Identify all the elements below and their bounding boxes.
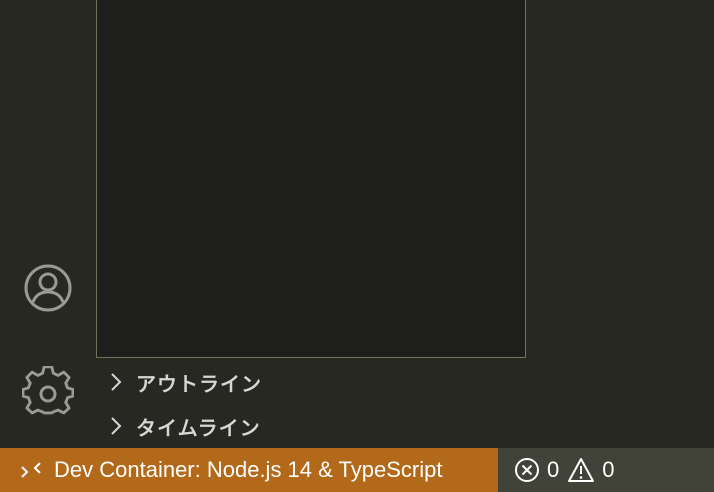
gear-icon[interactable]	[20, 364, 76, 420]
error-icon	[515, 458, 539, 482]
timeline-section-header[interactable]: タイムライン	[96, 408, 526, 444]
remote-indicator-button[interactable]: Dev Container: Node.js 14 & TypeScript	[0, 448, 498, 492]
error-count: 0	[547, 457, 560, 482]
warning-count: 0	[602, 457, 615, 482]
activity-bar	[0, 0, 96, 448]
editor-area[interactable]	[96, 0, 526, 358]
status-bar: Dev Container: Node.js 14 & TypeScript 0…	[0, 448, 714, 492]
outline-section-title: アウトライン	[136, 371, 262, 396]
timeline-section-title: タイムライン	[136, 415, 261, 440]
warning-icon	[568, 458, 595, 482]
account-icon[interactable]	[20, 260, 76, 316]
side-panel: アウトライン タイムライン	[96, 0, 714, 448]
chevron-right-icon	[96, 408, 136, 444]
vscode-window: アウトライン タイムライン Dev Container: Node.js 14 …	[0, 0, 714, 492]
outline-section-header[interactable]: アウトライン	[96, 364, 526, 400]
remote-icon	[20, 459, 52, 481]
problems-indicator[interactable]: 0 0	[498, 448, 623, 492]
remote-label: Dev Container: Node.js 14 & TypeScript	[54, 457, 443, 482]
chevron-right-icon	[96, 364, 136, 400]
